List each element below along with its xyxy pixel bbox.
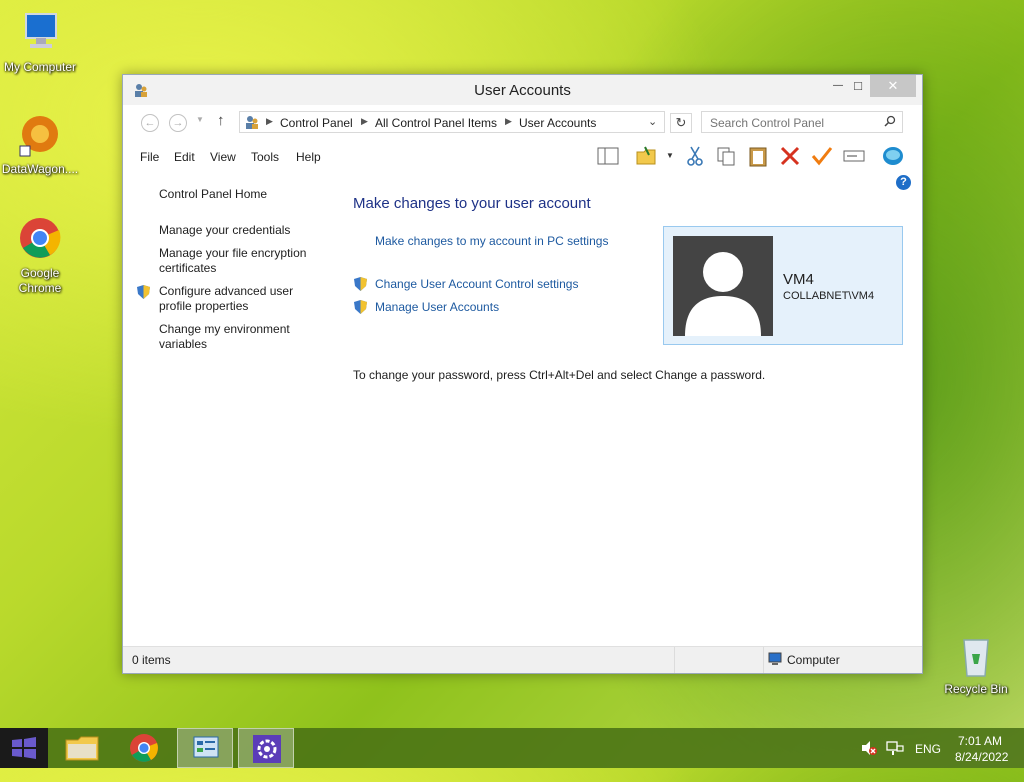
taskbar: ENG 7:01 AM 8/24/2022 xyxy=(0,728,1024,768)
cut-icon[interactable] xyxy=(684,145,706,167)
desktop-icon-label: Google Chrome xyxy=(18,266,62,295)
breadcrumb-control-panel[interactable]: Control Panel xyxy=(280,116,353,130)
menu-edit[interactable]: Edit xyxy=(174,150,195,164)
search-icon[interactable] xyxy=(884,115,896,130)
help-icon[interactable]: ? xyxy=(896,175,911,190)
desktop-icon-google-chrome[interactable]: Google Chrome xyxy=(0,216,80,296)
network-icon[interactable] xyxy=(886,740,904,780)
language-indicator[interactable]: ENG xyxy=(915,742,941,782)
computer-small-icon xyxy=(768,652,784,669)
window-title: User Accounts xyxy=(474,82,571,99)
environment-variables-link[interactable]: Change my environment variables xyxy=(159,322,309,352)
chevron-down-icon[interactable]: ⌄ xyxy=(648,115,657,128)
chevron-right-icon: ▶ xyxy=(266,116,273,126)
preview-pane-icon[interactable] xyxy=(597,145,619,167)
uac-shield-icon xyxy=(353,299,368,315)
menu-help[interactable]: Help xyxy=(296,150,321,164)
user-domain: COLLABNET\VM4 xyxy=(783,290,875,302)
delete-icon[interactable] xyxy=(779,145,801,167)
manage-credentials-link[interactable]: Manage your credentials xyxy=(159,223,329,238)
uac-shield-icon xyxy=(353,276,368,292)
search-box[interactable] xyxy=(701,111,903,133)
up-arrow-icon[interactable]: ↑ xyxy=(217,112,225,129)
status-divider xyxy=(763,647,764,673)
volume-muted-icon[interactable] xyxy=(860,740,878,780)
address-bar[interactable]: ▶ Control Panel ▶ All Control Panel Item… xyxy=(239,111,665,133)
page-title: Make changes to your user account xyxy=(353,195,591,212)
close-button[interactable]: ✕ xyxy=(870,75,916,97)
status-bar: 0 items Computer xyxy=(123,646,922,673)
paste-icon[interactable] xyxy=(747,145,769,167)
chrome-icon xyxy=(16,216,64,264)
copy-icon[interactable] xyxy=(715,145,737,167)
desktop-icon-recycle-bin[interactable]: Recycle Bin xyxy=(936,632,1016,697)
uac-shield-icon xyxy=(136,284,151,300)
clock-date[interactable]: 8/24/2022 xyxy=(955,750,1008,764)
search-input[interactable] xyxy=(708,115,882,131)
breadcrumb-user-accounts[interactable]: User Accounts xyxy=(519,116,596,130)
properties-check-icon[interactable] xyxy=(811,145,833,167)
file-explorer-taskbar-icon[interactable] xyxy=(54,728,110,768)
menu-tools[interactable]: Tools xyxy=(251,150,279,164)
desktop-icon-label: Recycle Bin xyxy=(944,682,1008,696)
title-bar[interactable]: User Accounts — □ ✕ xyxy=(123,75,922,105)
rename-icon[interactable] xyxy=(843,145,865,167)
forward-button[interactable]: → xyxy=(169,114,187,132)
menu-view[interactable]: View xyxy=(210,150,236,164)
start-button[interactable] xyxy=(0,728,48,768)
menu-bar: File Edit View Tools Help ▼ xyxy=(123,143,922,171)
control-panel-home-link[interactable]: Control Panel Home xyxy=(159,187,329,202)
item-count: 0 items xyxy=(132,653,171,667)
control-panel-icon xyxy=(244,114,260,133)
user-profile-card: VM4 COLLABNET\VM4 xyxy=(663,226,903,345)
desktop-icon-label: My Computer xyxy=(3,60,77,74)
pc-settings-link[interactable]: Make changes to my account in PC setting… xyxy=(375,234,608,248)
password-instructions: To change your password, press Ctrl+Alt+… xyxy=(353,368,766,382)
settings-taskbar-icon[interactable] xyxy=(238,728,294,768)
control-panel-taskbar-icon[interactable] xyxy=(177,728,233,768)
desktop-icon-label: DataWagon.... xyxy=(1,162,79,176)
user-accounts-window: User Accounts — □ ✕ ← → ▼ ↑ ▶ Control Pa… xyxy=(122,74,923,674)
chevron-right-icon: ▶ xyxy=(505,116,512,126)
recent-pages-icon[interactable]: ▼ xyxy=(196,115,204,124)
location-label: Computer xyxy=(787,653,840,667)
address-row: ← → ▼ ↑ ▶ Control Panel ▶ All Control Pa… xyxy=(129,109,916,137)
back-button[interactable]: ← xyxy=(141,114,159,132)
chevron-down-icon[interactable]: ▼ xyxy=(666,151,674,160)
recycle-bin-icon xyxy=(952,632,1000,680)
desktop-icon-datawagon[interactable]: DataWagon.... xyxy=(0,112,80,177)
chrome-taskbar-icon[interactable] xyxy=(116,728,172,768)
refresh-icon[interactable]: ↻ xyxy=(670,113,692,133)
computer-icon xyxy=(16,10,64,58)
menu-file[interactable]: File xyxy=(140,150,159,164)
globe-icon[interactable] xyxy=(881,145,903,167)
breadcrumb-all-items[interactable]: All Control Panel Items xyxy=(375,116,497,130)
chevron-right-icon: ▶ xyxy=(361,116,368,126)
uac-settings-link[interactable]: Change User Account Control settings xyxy=(375,277,578,291)
folder-options-icon[interactable] xyxy=(635,145,657,167)
file-encryption-link[interactable]: Manage your file encryption certificates xyxy=(159,246,319,276)
datawagon-icon xyxy=(16,112,64,160)
clock-time[interactable]: 7:01 AM xyxy=(958,734,1002,748)
status-divider xyxy=(674,647,675,673)
advanced-profile-link[interactable]: Configure advanced user profile properti… xyxy=(159,284,309,314)
user-name: VM4 xyxy=(783,271,814,288)
avatar xyxy=(673,236,773,336)
manage-user-accounts-link[interactable]: Manage User Accounts xyxy=(375,300,499,314)
desktop-icon-my-computer[interactable]: My Computer xyxy=(0,10,80,75)
